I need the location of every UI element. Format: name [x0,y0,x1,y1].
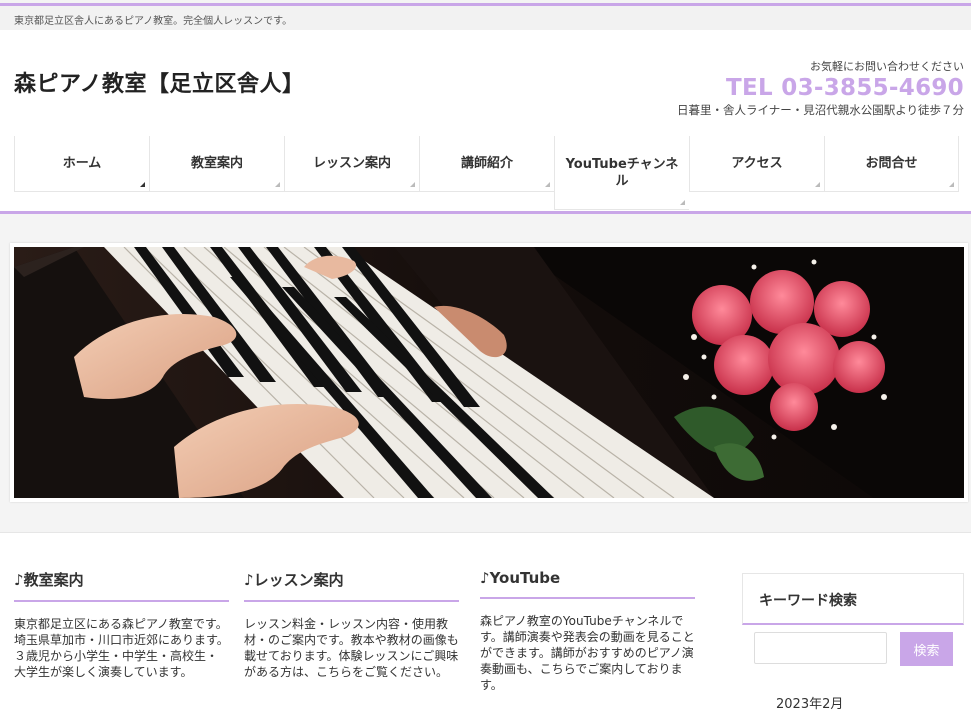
column-classroom: ♪教室案内 東京都足立区にある森ピアノ教室です。埼玉県草加市・川口市近郊にありま… [14,569,229,680]
contact-block: お気軽にお問い合わせください TEL 03-3855-4690 日暮里・舎人ライ… [677,58,964,118]
corner-triangle-icon [140,182,145,187]
access-info: 日暮里・舎人ライナー・見沼代親水公園駅より徒歩７分 [676,103,964,117]
site-tagline: 東京都足立区舎人にあるピアノ教室。完全個人レッスンです。 [14,16,293,27]
corner-triangle-icon [680,200,685,205]
column-text: レッスン料金・レッスン内容・使用教材・のご案内です。教本や教材の画像も載せており… [244,617,459,679]
column-lessons: ♪レッスン案内 レッスン料金・レッスン内容・使用教材・のご案内です。教本や教材の… [244,569,459,680]
hero-illustration [14,247,964,498]
corner-triangle-icon [410,182,415,187]
archive-month[interactable]: 2023年2月 [776,693,843,712]
column-heading[interactable]: ♪レッスン案内 [244,569,459,602]
nav-item-teacher[interactable]: 講師紹介 [419,136,554,192]
hero-image-piano-hands-roses [14,247,964,498]
nav-item-home[interactable]: ホーム [14,136,149,192]
search-widget-header: キーワード検索 [742,573,964,625]
corner-triangle-icon [545,182,550,187]
nav-item-access[interactable]: アクセス [689,136,824,192]
phone-number[interactable]: TEL 03-3855-4690 [677,75,964,101]
nav-item-youtube[interactable]: YouTubeチャンネル [554,136,689,210]
hero-frame [10,243,968,502]
corner-triangle-icon [949,182,954,187]
search-widget-title: キーワード検索 [759,593,857,609]
column-text: 森ピアノ教室のYouTubeチャンネルです。講師演奏や発表会の動画を見ることがで… [480,614,695,692]
column-heading[interactable]: ♪教室案内 [14,569,229,602]
corner-triangle-icon [815,182,820,187]
sidebar: キーワード検索 検索 2023年2月 [742,573,964,715]
search-button[interactable]: 検索 [900,632,953,666]
corner-triangle-icon [275,182,280,187]
tagline-bar: 東京都足立区舎人にあるピアノ教室。完全個人レッスンです。 [0,6,971,30]
nav-item-classroom[interactable]: 教室案内 [149,136,284,192]
nav-item-contact[interactable]: お問合せ [824,136,959,192]
column-youtube: ♪YouTube 森ピアノ教室のYouTubeチャンネルです。講師演奏や発表会の… [480,569,695,693]
site-header: 森ピアノ教室【足立区舎人】 お気軽にお問い合わせください TEL 03-3855… [0,30,971,136]
nav-item-lessons[interactable]: レッスン案内 [284,136,419,192]
site-title[interactable]: 森ピアノ教室【足立区舎人】 [14,66,305,98]
main-content: ♪教室案内 東京都足立区にある森ピアノ教室です。埼玉県草加市・川口市近郊にありま… [0,532,971,715]
search-input[interactable] [754,632,887,664]
contact-label: お気軽にお問い合わせください [810,60,964,73]
main-navigation: ホーム 教室案内 レッスン案内 講師紹介 YouTubeチャンネル アクセス お… [0,136,971,214]
column-text: 東京都足立区にある森ピアノ教室です。埼玉県草加市・川口市近郊にあります。３歳児か… [14,617,229,679]
column-heading[interactable]: ♪YouTube [480,569,695,599]
